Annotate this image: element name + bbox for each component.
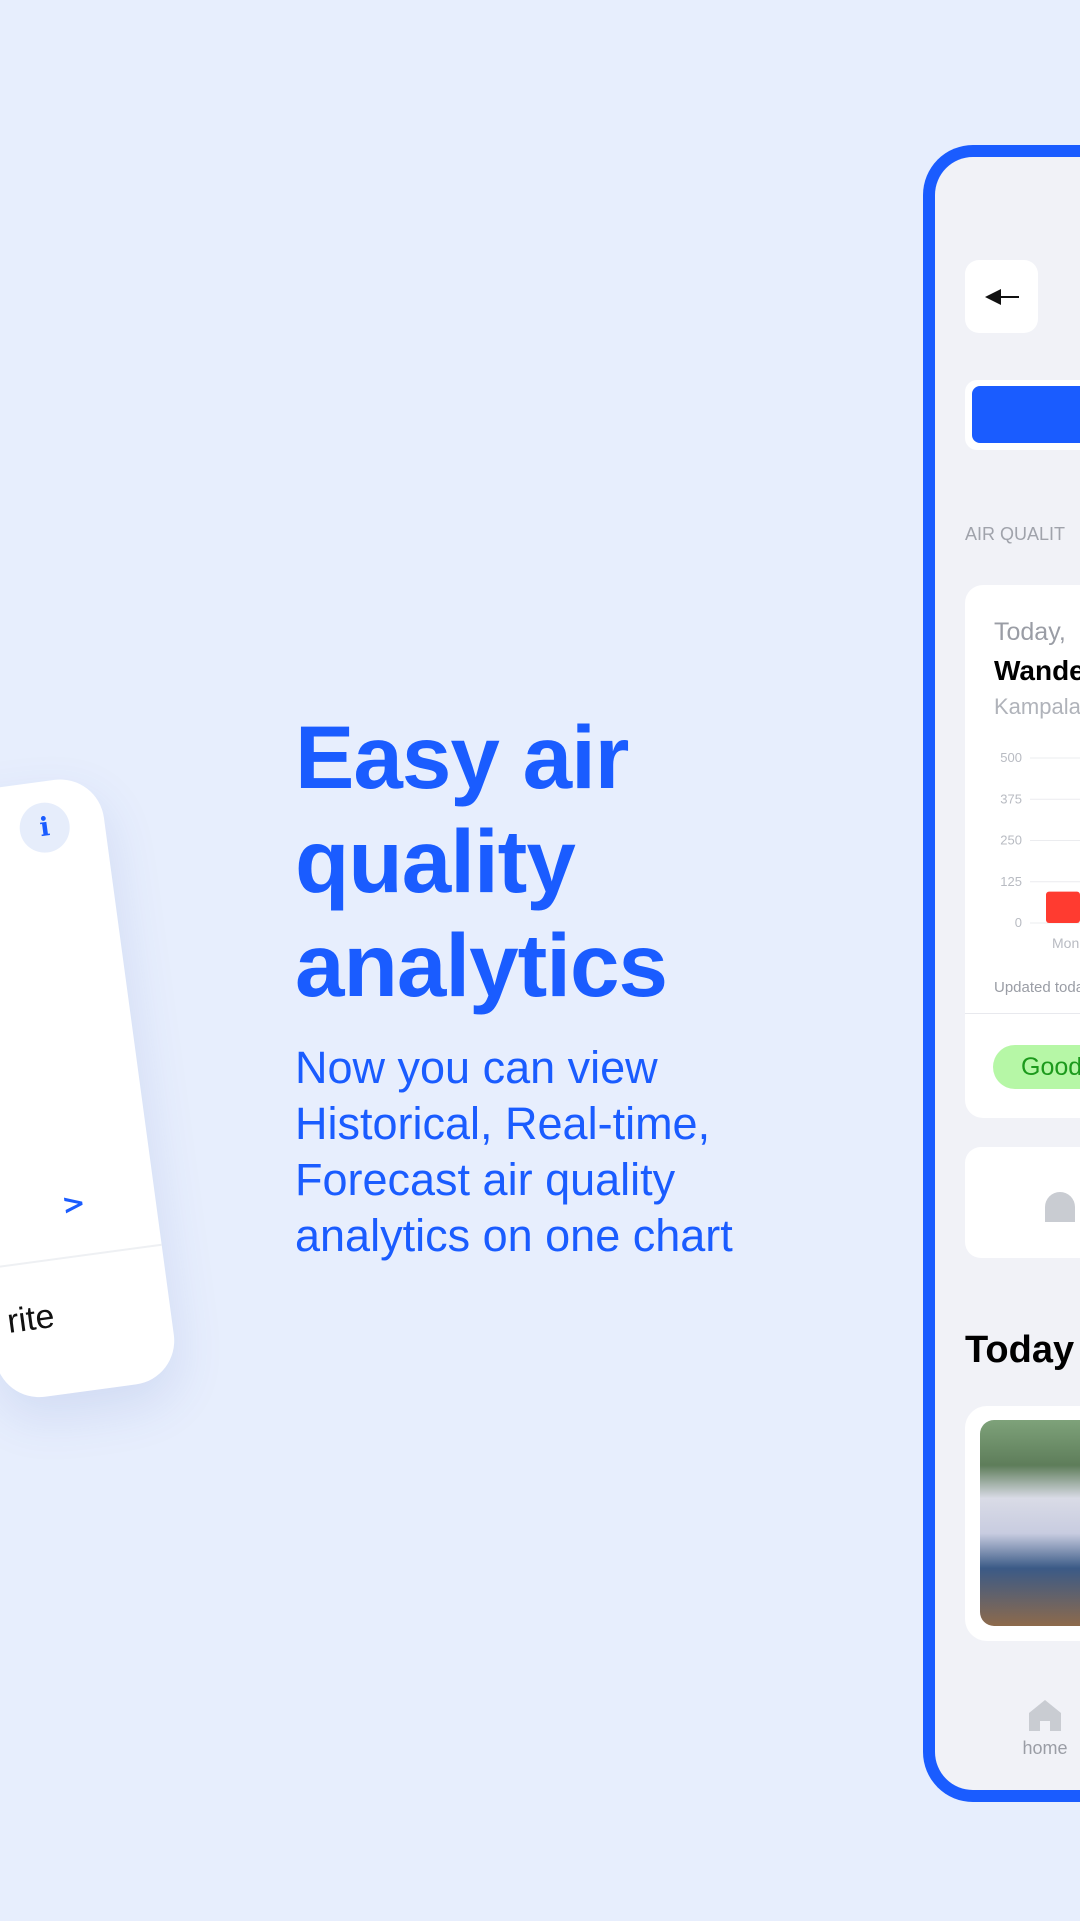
secondary-card[interactable] <box>965 1147 1080 1258</box>
date-label: Today, <box>994 618 1066 646</box>
nav-home[interactable]: home <box>1015 1697 1075 1759</box>
y-tick-label: 125 <box>1000 874 1022 889</box>
chevron-right-icon[interactable]: > <box>60 1186 88 1222</box>
y-tick-label: 0 <box>1015 915 1022 930</box>
section-label: AIR QUALIT <box>965 524 1066 544</box>
segmented-control <box>965 380 1080 450</box>
phone-frame: AIR QUALIT Today, Wande Kampala 500 375 25… <box>923 145 1080 1802</box>
info-icon[interactable]: i <box>16 799 73 856</box>
divider <box>0 1243 162 1270</box>
nav-home-label: home <box>1022 1738 1068 1758</box>
story-card[interactable] <box>965 1406 1080 1641</box>
today-heading: Today <box>965 1329 1075 1371</box>
divider <box>965 1013 1080 1014</box>
status-badge: Good <box>993 1045 1080 1089</box>
location-card: i > rite <box>0 774 180 1403</box>
promo-subtitle: Now you can view Historical, Real-time, … <box>295 1042 733 1261</box>
region-label: Kampala <box>994 694 1080 719</box>
y-tick-label: 500 <box>1000 750 1022 765</box>
promo-headline: Easy air quality analytics <box>295 707 668 1015</box>
aqi-bar-chart: 500 375 250 125 0 Mon <box>1000 750 1080 951</box>
arrow-left-icon <box>984 288 1019 305</box>
back-button[interactable] <box>965 260 1038 333</box>
place-name: Wande <box>994 655 1080 686</box>
y-tick-label: 250 <box>1000 833 1022 848</box>
family-photo <box>980 1420 1080 1626</box>
y-tick-label: 375 <box>1000 791 1022 806</box>
x-tick-label: Mon <box>1052 935 1079 951</box>
profile-icon <box>1045 1192 1075 1222</box>
add-favorite-label[interactable]: rite <box>5 1297 57 1342</box>
air-quality-card[interactable]: Today, Wande Kampala 500 375 250 125 0 Mon Up… <box>965 585 1080 1118</box>
segment-selected[interactable] <box>972 386 1080 443</box>
home-icon <box>1029 1700 1061 1731</box>
bar-mon[interactable] <box>1046 891 1080 923</box>
updated-label: Updated toda <box>994 979 1080 996</box>
